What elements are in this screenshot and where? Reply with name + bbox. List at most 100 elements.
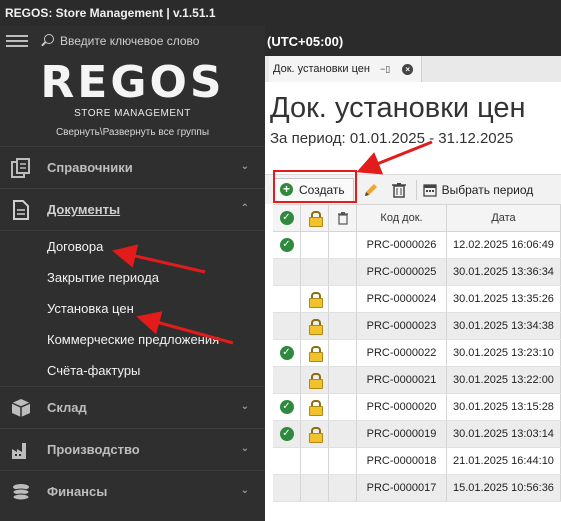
sidebar-section-label: Склад (47, 400, 87, 415)
sidebar: Введите ключевое слово REGOS STORE MANAG… (0, 26, 265, 521)
row-deleted-cell (329, 232, 357, 258)
coins-icon (9, 480, 33, 504)
sidebar-section-warehouse[interactable]: Склад ⌄ (0, 386, 265, 428)
regos-logo: REGOS (40, 57, 225, 108)
pencil-icon[interactable] (362, 181, 380, 199)
row-date-cell: 30.01.2025 13:34:38 (447, 313, 561, 339)
documents-grid: ✓ Код док. Дата ✓ PRC-0000026 12.02.2025 1… (273, 204, 561, 502)
lock-icon (308, 373, 323, 389)
row-code-cell: PRC-0000021 (357, 367, 447, 393)
sidebar-section-label: Справочники (47, 160, 133, 175)
sidebar-section-finance[interactable]: Финансы ⌄ (0, 470, 265, 512)
row-date-cell: 30.01.2025 13:03:14 (447, 421, 561, 447)
row-date-cell: 15.01.2025 10:56:36 (447, 475, 561, 501)
table-row[interactable]: ✓ PRC-0000026 12.02.2025 16:06:49 (273, 232, 561, 259)
row-code-cell: PRC-0000026 (357, 232, 447, 258)
row-code-cell: PRC-0000023 (357, 313, 447, 339)
chevron-down-icon: ⌄ (240, 161, 249, 172)
main-area: (UTC+05:00) Док. установки цен −▯ × Док.… (265, 26, 561, 521)
sidebar-item-commercial-offers[interactable]: Коммерческие предложения (0, 324, 265, 355)
sidebar-section-label: Финансы (47, 484, 108, 499)
row-status-cell (273, 313, 301, 339)
row-deleted-cell (329, 448, 357, 474)
row-lock-cell (301, 232, 329, 258)
row-deleted-cell (329, 340, 357, 366)
documents-submenu: Договора Закрытие периода Установка цен … (0, 230, 265, 386)
logo-block: REGOS STORE MANAGEMENT Свернуть\Разверну… (0, 56, 265, 146)
sidebar-item-invoices[interactable]: Счёта-фактуры (0, 355, 265, 386)
create-button-label: Создать (299, 182, 345, 197)
row-status-cell: ✓ (273, 394, 301, 420)
row-date-cell: 30.01.2025 13:22:00 (447, 367, 561, 393)
box-icon (9, 396, 33, 420)
column-header-deleted[interactable] (329, 205, 357, 231)
sidebar-search[interactable]: Введите ключевое слово (0, 26, 265, 56)
row-status-cell (273, 475, 301, 501)
sidebar-section-label: Производство (47, 442, 140, 457)
table-row[interactable]: PRC-0000024 30.01.2025 13:35:26 (273, 286, 561, 313)
lock-icon (308, 427, 323, 443)
row-code-cell: PRC-0000022 (357, 340, 447, 366)
lock-icon (308, 346, 323, 362)
table-row[interactable]: ✓ PRC-0000019 30.01.2025 13:03:14 (273, 421, 561, 448)
row-lock-cell (301, 367, 329, 393)
table-row[interactable]: ✓ PRC-0000020 30.01.2025 13:15:28 (273, 394, 561, 421)
table-row[interactable]: ✓ PRC-0000022 30.01.2025 13:23:10 (273, 340, 561, 367)
sidebar-section-production[interactable]: Производство ⌄ (0, 428, 265, 470)
close-icon[interactable]: × (402, 63, 414, 75)
row-deleted-cell (329, 259, 357, 285)
lock-icon (308, 211, 323, 227)
calendar-icon (422, 183, 437, 197)
tab-bar: Док. установки цен −▯ × (265, 56, 561, 82)
pin-icon[interactable]: −▯ (380, 64, 390, 75)
row-code-cell: PRC-0000017 (357, 475, 447, 501)
sidebar-item-period-closing[interactable]: Закрытие периода (0, 262, 265, 293)
column-header-lock[interactable] (301, 205, 329, 231)
row-date-cell: 21.01.2025 16:44:10 (447, 448, 561, 474)
documents-icon (9, 198, 33, 222)
row-status-cell: ✓ (273, 232, 301, 258)
column-header-code[interactable]: Код док. (357, 205, 447, 231)
table-row[interactable]: PRC-0000018 21.01.2025 16:44:10 (273, 448, 561, 475)
table-row[interactable]: PRC-0000025 30.01.2025 13:36:34 (273, 259, 561, 286)
row-date-cell: 30.01.2025 13:23:10 (447, 340, 561, 366)
hamburger-menu-icon[interactable] (6, 35, 28, 47)
table-row[interactable]: PRC-0000017 15.01.2025 10:56:36 (273, 475, 561, 502)
row-status-cell (273, 286, 301, 312)
row-status-cell (273, 259, 301, 285)
check-icon: ✓ (279, 238, 294, 252)
factory-icon (9, 438, 33, 462)
tab-price-setting-docs[interactable]: Док. установки цен −▯ × (269, 56, 423, 82)
row-code-cell: PRC-0000019 (357, 421, 447, 447)
sidebar-item-contracts[interactable]: Договора (0, 231, 265, 262)
row-status-cell: ✓ (273, 340, 301, 366)
check-icon: ✓ (279, 211, 294, 225)
lock-icon (308, 319, 323, 335)
row-date-cell: 30.01.2025 13:35:26 (447, 286, 561, 312)
row-deleted-cell (329, 367, 357, 393)
table-row[interactable]: PRC-0000023 30.01.2025 13:34:38 (273, 313, 561, 340)
sidebar-item-price-setting[interactable]: Установка цен (0, 293, 265, 324)
sidebar-section-directories[interactable]: Справочники ⌄ (0, 146, 265, 188)
table-row[interactable]: PRC-0000021 30.01.2025 13:22:00 (273, 367, 561, 394)
chevron-down-icon: ⌄ (240, 485, 249, 496)
column-header-date[interactable]: Дата (447, 205, 561, 231)
row-lock-cell (301, 313, 329, 339)
window-title: REGOS: Store Management | v.1.51.1 (0, 0, 561, 26)
tab-label: Док. установки цен (273, 63, 370, 75)
toggle-groups-link[interactable]: Свернуть\Развернуть все группы (0, 127, 265, 138)
column-header-status[interactable]: ✓ (273, 205, 301, 231)
row-code-cell: PRC-0000024 (357, 286, 447, 312)
trash-icon[interactable] (390, 181, 408, 199)
search-input[interactable]: Введите ключевое слово (60, 34, 199, 48)
select-period-button[interactable]: Выбрать период (417, 178, 540, 202)
create-button[interactable]: + Создать (273, 177, 354, 202)
row-deleted-cell (329, 475, 357, 501)
row-lock-cell (301, 340, 329, 366)
check-icon: ✓ (279, 400, 294, 414)
row-deleted-cell (329, 394, 357, 420)
sidebar-section-documents[interactable]: Документы ⌃ (0, 188, 265, 230)
period-label: За период: 01.01.2025 - 31.12.2025 (270, 130, 514, 147)
chevron-up-icon: ⌃ (240, 203, 249, 214)
row-lock-cell (301, 421, 329, 447)
